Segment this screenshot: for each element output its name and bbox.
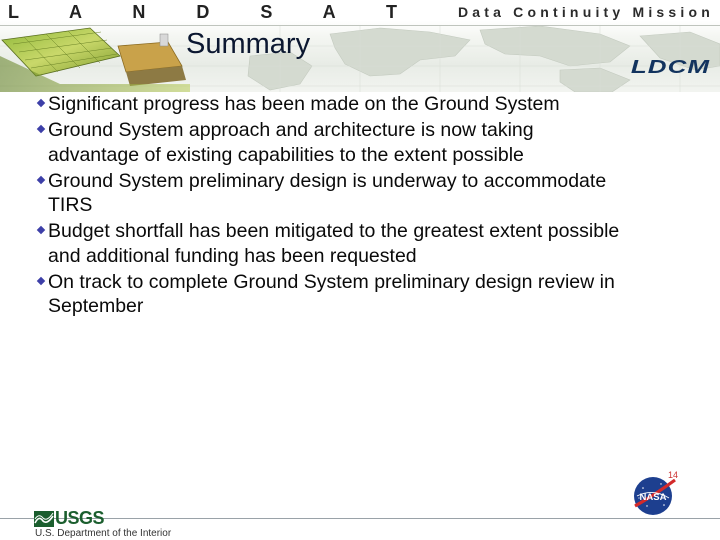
slide-header: L A N D S A T Data Continuity Mission Su… [0,0,720,92]
department-label: U.S. Department of the Interior [35,528,172,539]
bullet-diamond-icon [36,98,46,108]
bullet-diamond-icon [36,276,46,285]
bullet-diamond-icon [36,124,46,134]
landsat-brand: L A N D S A T [8,2,421,22]
bullet-line: September [48,295,144,317]
bullet-item: Budget shortfall has been mitigated to t… [36,219,708,268]
bullet-line: Ground System approach and architecture … [48,119,534,141]
bullet-line: Significant progress has been made on th… [48,93,560,115]
mission-brand: Data Continuity Mission [457,4,714,20]
ldcm-logo: LDCM [630,56,710,77]
bullet-list: Significant progress has been made on th… [36,92,708,320]
bullet-line: Ground System preliminary design is unde… [48,169,607,192]
bullet-item: Ground System approach and architecture … [36,118,708,167]
slide-title: Summary [186,28,311,60]
bullet-item: Significant progress has been made on th… [36,92,708,117]
usgs-wordmark: USGS [55,508,105,528]
bullet-line: and additional funding has been requeste… [48,244,417,267]
footer-divider [0,518,720,519]
bullet-line: On track to complete Ground System preli… [48,270,615,293]
bullet-item: Ground System preliminary design is unde… [36,169,708,218]
bullet-item: On track to complete Ground System preli… [36,270,708,319]
usgs-logo-icon [34,511,54,527]
bullet-line: advantage of existing capabilities to th… [48,143,524,166]
bullet-line: Budget shortfall has been mitigated to t… [48,220,620,242]
nasa-logo-text: NASA [640,492,667,503]
bullet-diamond-icon [36,175,46,184]
landsat-satellite-icon [0,27,190,92]
bullet-diamond-icon [36,225,46,235]
bullet-line: TIRS [48,194,93,216]
nasa-meatball-icon: NASA [634,477,676,515]
